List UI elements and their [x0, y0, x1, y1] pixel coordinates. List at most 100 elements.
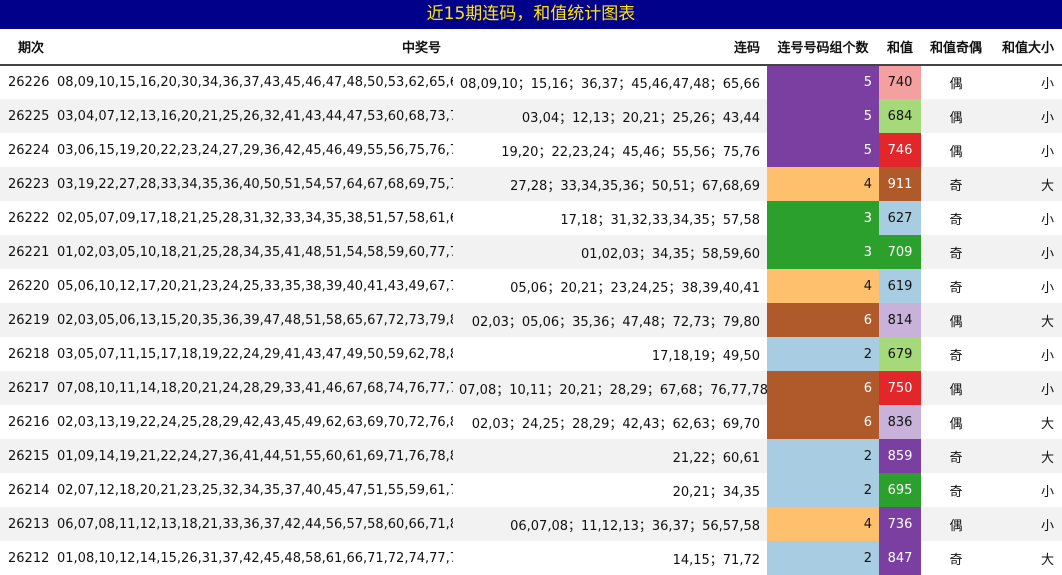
table-row: 26218 03,05,07,11,15,17,18,19,22,24,29,41… — [0, 337, 1062, 371]
period-cell: 26219 — [0, 303, 55, 337]
parity-cell: 偶 — [949, 77, 963, 92]
size-cell: 小 — [1040, 77, 1054, 92]
sum-cell: 736 — [879, 507, 921, 541]
size-cell: 小 — [1040, 484, 1054, 500]
groups-cell: 5 — [767, 65, 879, 99]
numbers-cell: 01,09,14,19,21,22,24,27,36,41,44,51,55,6… — [55, 439, 453, 473]
table-row: 26212 01,08,10,12,14,15,26,31,37,42,45,48… — [0, 541, 1062, 575]
table-body: 26226 08,09,10,15,16,20,30,34,36,37,43,45… — [0, 65, 1062, 575]
header-size: 和值大小 — [991, 29, 1062, 66]
consec-cell: 05,06；20,21；23,24,25；38,39,40,41 — [510, 280, 760, 296]
groups-cell: 6 — [767, 371, 879, 405]
period-cell: 26222 — [8, 210, 50, 226]
size-cell: 大 — [991, 167, 1062, 201]
sum-cell: 740 — [879, 65, 921, 99]
groups-cell: 4 — [767, 507, 879, 541]
period-cell: 26216 — [8, 414, 50, 430]
table-row: 26221 01,02,03,05,10,18,21,25,28,34,35,41… — [0, 235, 1062, 269]
consec-cell: 01,02,03；34,35；58,59,60 — [453, 235, 767, 269]
size-cell: 小 — [1040, 212, 1054, 228]
consec-cell: 03,04；12,13；20,21；25,26；43,44 — [453, 99, 767, 133]
size-cell: 小 — [1040, 348, 1054, 364]
table-row: 26225 03,04,07,12,13,16,20,21,25,26,32,41… — [0, 99, 1062, 133]
header-sum: 和值 — [879, 29, 921, 66]
parity-cell: 奇 — [921, 439, 991, 473]
sum-cell: 709 — [879, 235, 921, 269]
parity-cell: 奇 — [949, 552, 963, 568]
sum-cell: 750 — [879, 371, 921, 405]
groups-cell: 6 — [767, 405, 879, 439]
size-cell: 小 — [991, 507, 1062, 541]
period-cell: 26221 — [0, 235, 55, 269]
sum-cell: 684 — [879, 99, 921, 133]
parity-cell: 偶 — [949, 416, 963, 432]
numbers-cell: 02,03,05,06,13,15,20,35,36,39,47,48,51,5… — [55, 303, 453, 337]
parity-cell: 偶 — [921, 99, 991, 133]
table-row: 26213 06,07,08,11,12,13,18,21,33,36,37,42… — [0, 507, 1062, 541]
table-title: 近15期连码，和值统计图表 — [0, 0, 1062, 29]
groups-cell: 2 — [767, 541, 879, 575]
period-cell: 26212 — [8, 550, 50, 566]
numbers-cell: 03,19,22,27,28,33,34,35,36,40,50,51,54,5… — [55, 167, 453, 201]
header-groups: 连号号码组个数 — [767, 29, 879, 66]
consec-cell: 21,22；60,61 — [453, 439, 767, 473]
sum-cell: 847 — [879, 541, 921, 575]
numbers-cell: 07,08,10,11,14,18,20,21,24,28,29,33,41,4… — [55, 371, 453, 405]
period-cell: 26213 — [0, 507, 55, 541]
period-cell: 26223 — [0, 167, 55, 201]
size-cell: 小 — [1040, 144, 1054, 160]
period-cell: 26226 — [8, 75, 50, 90]
consec-cell: 14,15；71,72 — [672, 552, 760, 568]
groups-cell: 2 — [767, 337, 879, 371]
groups-cell: 4 — [767, 167, 879, 201]
numbers-cell: 02,05,07,09,17,18,21,25,28,31,32,33,34,3… — [57, 210, 453, 226]
parity-cell: 偶 — [921, 507, 991, 541]
period-cell: 26217 — [0, 371, 55, 405]
numbers-cell: 05,06,10,12,17,20,21,23,24,25,33,35,38,3… — [57, 278, 453, 294]
period-cell: 26215 — [0, 439, 55, 473]
consec-cell: 17,18,19；49,50 — [651, 348, 760, 364]
numbers-cell: 03,05,07,11,15,17,18,19,22,24,29,41,43,4… — [57, 346, 453, 362]
groups-cell: 2 — [767, 439, 879, 473]
table-row: 26214 02,07,12,18,20,21,23,25,32,34,35,37… — [0, 473, 1062, 507]
table-row: 26217 07,08,10,11,14,18,20,21,24,28,29,33… — [0, 371, 1062, 405]
parity-cell: 奇 — [949, 280, 963, 296]
numbers-cell: 02,07,12,18,20,21,23,25,32,34,35,37,40,4… — [57, 482, 453, 498]
size-cell: 大 — [991, 303, 1062, 337]
consec-cell: 07,08；10,11；20,21；28,29；67,68；76,77,78 — [453, 371, 767, 405]
header-numbers: 中奖号 — [55, 29, 453, 66]
parity-cell: 奇 — [949, 212, 963, 228]
parity-cell: 偶 — [921, 371, 991, 405]
header-row: 期次 中奖号 连码 连号号码组个数 和值 和值奇偶 和值大小 — [0, 29, 1062, 66]
period-cell: 26220 — [8, 278, 50, 294]
parity-cell: 奇 — [949, 348, 963, 364]
header-period: 期次 — [0, 29, 55, 66]
parity-cell: 奇 — [949, 484, 963, 500]
sum-cell: 679 — [879, 337, 921, 371]
sum-cell: 814 — [879, 303, 921, 337]
header-parity: 和值奇偶 — [921, 29, 991, 66]
parity-cell: 奇 — [921, 235, 991, 269]
groups-cell: 6 — [767, 303, 879, 337]
sum-cell: 619 — [879, 269, 921, 303]
groups-cell: 5 — [767, 99, 879, 133]
groups-cell: 4 — [767, 269, 879, 303]
size-cell: 小 — [991, 99, 1062, 133]
table-row: 26215 01,09,14,19,21,22,24,27,36,41,44,51… — [0, 439, 1062, 473]
size-cell: 大 — [1040, 416, 1054, 432]
consec-cell: 06,07,08；11,12,13；36,37；56,57,58 — [453, 507, 767, 541]
numbers-cell: 01,08,10,12,14,15,26,31,37,42,45,48,58,6… — [57, 550, 453, 566]
period-cell: 26224 — [8, 142, 50, 158]
consec-cell: 19,20；22,23,24；45,46；55,56；75,76 — [501, 144, 760, 160]
table-row: 26226 08,09,10,15,16,20,30,34,36,37,43,45… — [0, 65, 1062, 99]
numbers-cell: 03,06,15,19,20,22,23,24,27,29,36,42,45,4… — [57, 142, 453, 158]
size-cell: 大 — [1040, 552, 1054, 568]
groups-cell: 2 — [767, 473, 879, 507]
groups-cell: 5 — [767, 133, 879, 167]
header-consec: 连码 — [453, 29, 767, 66]
consec-cell: 08,09,10；15,16；36,37；45,46,47,48；65,66 — [459, 77, 760, 92]
numbers-cell: 01,02,03,05,10,18,21,25,28,34,35,41,48,5… — [55, 235, 453, 269]
groups-cell: 3 — [767, 235, 879, 269]
sum-cell: 695 — [879, 473, 921, 507]
period-cell: 26225 — [0, 99, 55, 133]
